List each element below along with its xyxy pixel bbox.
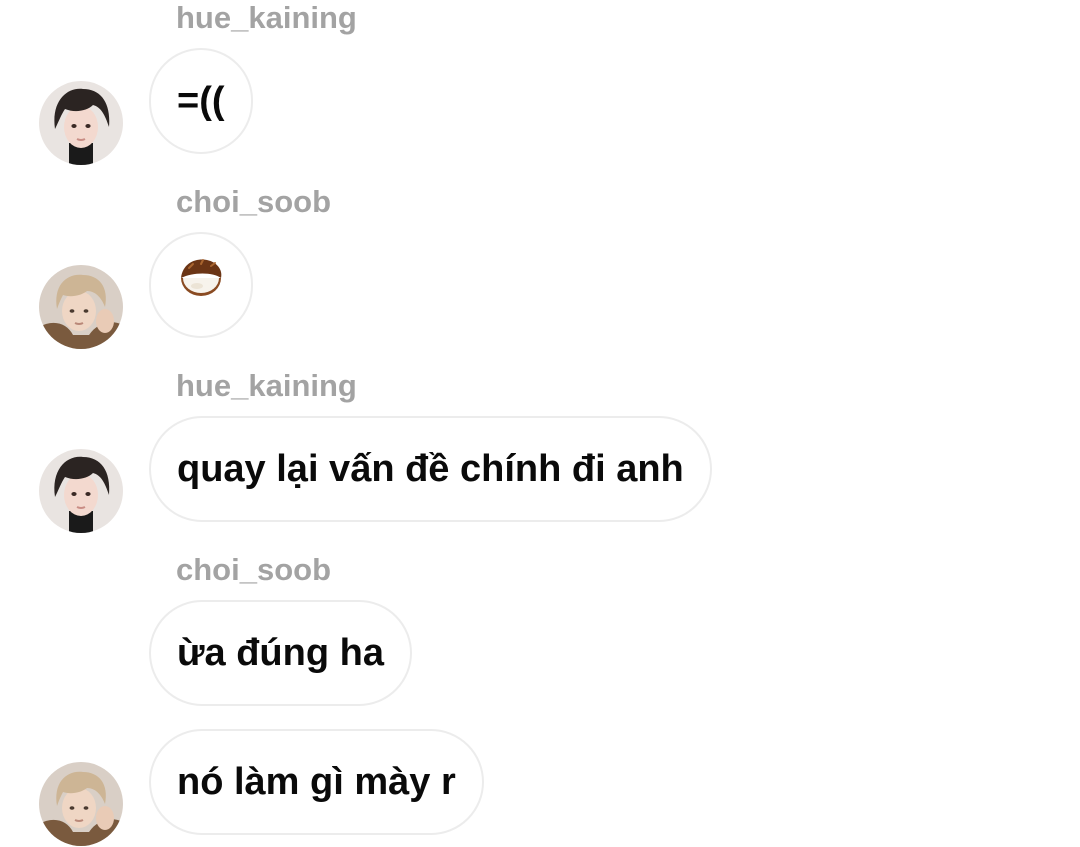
- coconut-icon: [177, 258, 225, 312]
- sender-name: hue_kaining: [176, 0, 357, 35]
- avatar-choi-soob[interactable]: [39, 265, 123, 349]
- message-text: ừa đúng ha: [177, 631, 384, 674]
- message-bubble[interactable]: =((: [149, 48, 253, 154]
- avatar-hue-kaining[interactable]: [39, 81, 123, 165]
- sender-name: hue_kaining: [176, 368, 357, 403]
- message-bubble[interactable]: quay lại vấn đề chính đi anh: [149, 416, 712, 522]
- avatar-choi-soob[interactable]: [39, 762, 123, 846]
- message-bubble[interactable]: [149, 232, 253, 338]
- sender-name: choi_soob: [176, 184, 332, 219]
- avatar-hue-kaining[interactable]: [39, 449, 123, 533]
- message-text: quay lại vấn đề chính đi anh: [177, 447, 684, 490]
- message-thread: hue_kaining =(( choi_soob hue_kaining qu…: [0, 0, 1080, 847]
- sender-name: choi_soob: [176, 552, 332, 587]
- message-text: =((: [177, 79, 225, 122]
- message-bubble[interactable]: nó làm gì mày r: [149, 729, 484, 835]
- message-bubble[interactable]: ừa đúng ha: [149, 600, 412, 706]
- message-text: nó làm gì mày r: [177, 760, 456, 803]
